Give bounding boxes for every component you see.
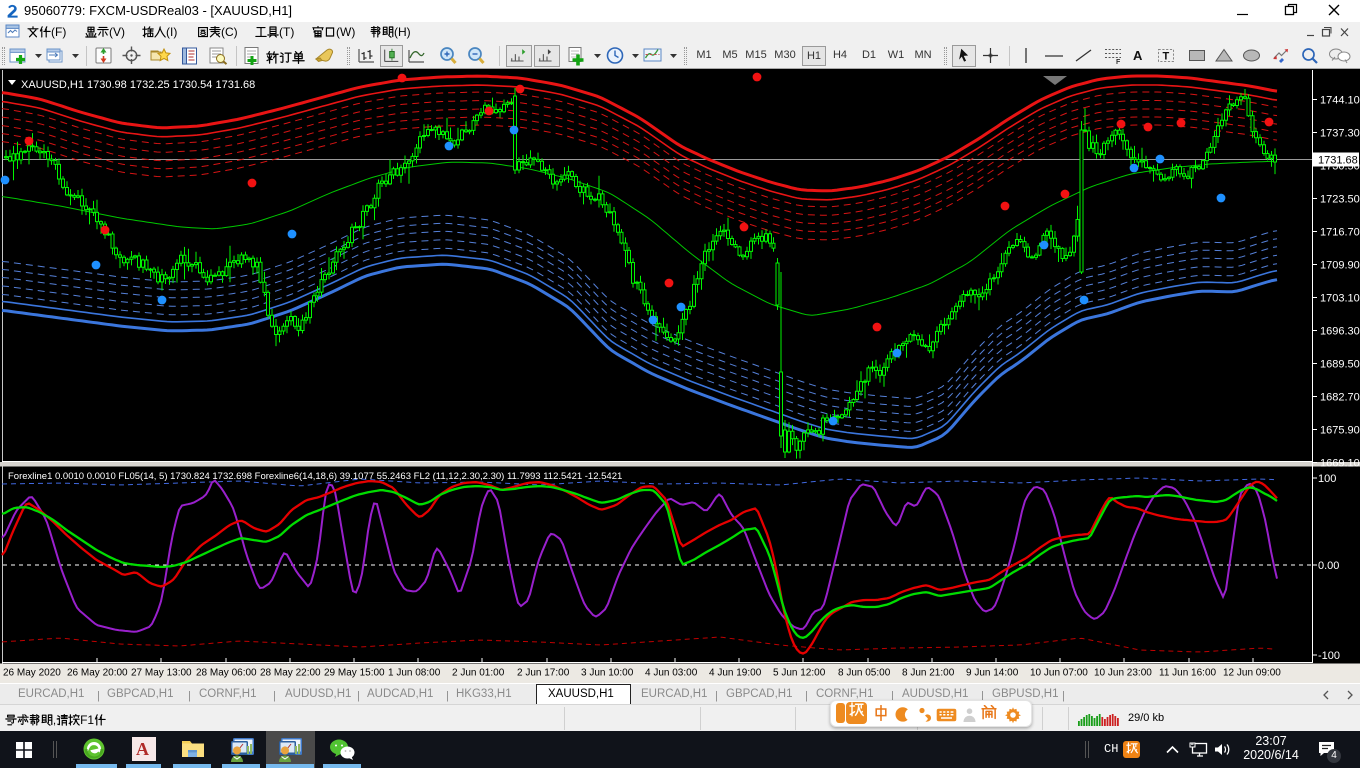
svg-text:XAUUSD,H1 1730.98 1732.25 173: XAUUSD,H1 1730.98 1732.25 1730.54 1731.6… (21, 79, 255, 91)
svg-text:T: T (1163, 51, 1170, 63)
svg-text:1744.10: 1744.10 (1320, 95, 1360, 107)
svg-text:2 Jun 01:00: 2 Jun 01:00 (452, 668, 505, 679)
svg-text:0.00: 0.00 (1318, 560, 1339, 572)
svg-text:4 Jun 03:00: 4 Jun 03:00 (645, 668, 698, 679)
svg-text:29 May 15:00: 29 May 15:00 (324, 668, 385, 679)
svg-text:1703.10: 1703.10 (1320, 293, 1360, 305)
svg-text:5 Jun 12:00: 5 Jun 12:00 (773, 668, 826, 679)
svg-text:26 May 2020: 26 May 2020 (3, 668, 61, 679)
svg-text:28 May 06:00: 28 May 06:00 (196, 668, 257, 679)
svg-text:1723.50: 1723.50 (1320, 194, 1360, 206)
svg-text:1675.90: 1675.90 (1320, 425, 1360, 437)
svg-text:11 Jun 16:00: 11 Jun 16:00 (1159, 668, 1217, 679)
svg-text:28 May 22:00: 28 May 22:00 (260, 668, 321, 679)
svg-text:3 Jun 10:00: 3 Jun 10:00 (581, 668, 634, 679)
svg-text:1669.10: 1669.10 (1320, 458, 1360, 470)
svg-text:8 Jun 21:00: 8 Jun 21:00 (902, 668, 955, 679)
svg-text:4 Jun 19:00: 4 Jun 19:00 (709, 668, 762, 679)
svg-text:10 Jun 07:00: 10 Jun 07:00 (1030, 668, 1088, 679)
svg-text:2 Jun 17:00: 2 Jun 17:00 (517, 668, 570, 679)
svg-text:8 Jun 05:00: 8 Jun 05:00 (838, 668, 891, 679)
svg-text:1682.70: 1682.70 (1320, 392, 1360, 404)
svg-text:100: 100 (1318, 473, 1336, 485)
svg-text:-100: -100 (1318, 650, 1340, 662)
svg-text:9 Jun 14:00: 9 Jun 14:00 (966, 668, 1019, 679)
svg-text:1696.30: 1696.30 (1320, 326, 1360, 338)
svg-text:1 Jun 08:00: 1 Jun 08:00 (388, 668, 441, 679)
svg-text:Forexline1 0.0010 0.0010 FL05: Forexline1 0.0010 0.0010 FL05(14, 5) 173… (8, 471, 622, 482)
svg-text:10 Jun 23:00: 10 Jun 23:00 (1094, 668, 1152, 679)
svg-text:12 Jun 09:00: 12 Jun 09:00 (1223, 668, 1281, 679)
svg-text:27 May 13:00: 27 May 13:00 (131, 668, 192, 679)
svg-text:26 May 20:00: 26 May 20:00 (67, 668, 128, 679)
svg-text:F: F (1116, 59, 1121, 66)
svg-text:1731.68: 1731.68 (1318, 155, 1358, 167)
svg-text:1689.50: 1689.50 (1320, 359, 1360, 371)
svg-text:1716.70: 1716.70 (1320, 227, 1360, 239)
svg-text:1737.30: 1737.30 (1320, 128, 1360, 140)
svg-text:1709.90: 1709.90 (1320, 260, 1360, 272)
